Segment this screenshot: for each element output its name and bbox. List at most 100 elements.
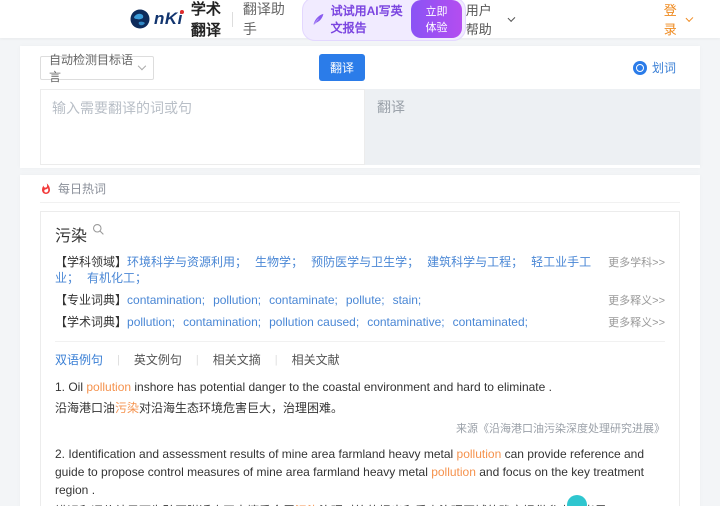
term-link[interactable]: contamination [127, 293, 202, 307]
word-highlight-toggle-icon[interactable] [633, 61, 647, 75]
login-label: 登录 [664, 0, 683, 38]
translator-toolbar: 自动检测目标语言 翻译 划词 [20, 46, 700, 89]
hot-word-detail-box: 污染 【学科领域】环境科学与资源利用；生物学；预防医学与卫生学；建筑科学与工程；… [40, 211, 680, 506]
term-separator: ; [202, 293, 205, 307]
tab-1[interactable]: 英文例句 [134, 351, 182, 368]
ai-report-banner[interactable]: 试试用AI写英文报告 立即体验 [302, 0, 466, 41]
example-english: 1. Oil pollution inshore has potential d… [55, 378, 665, 396]
user-help-menu[interactable]: 用户帮助 [466, 0, 514, 38]
term-link[interactable]: contaminate [269, 293, 334, 307]
term-link[interactable]: stain [393, 293, 418, 307]
example-text: inshore has potential danger to the coas… [131, 380, 552, 394]
quill-icon [312, 13, 325, 26]
search-icon[interactable] [92, 223, 105, 239]
term-separator: ; [258, 315, 261, 329]
tab-separator: | [275, 354, 278, 366]
term-link[interactable]: 环境科学与资源利用 [127, 255, 235, 269]
term-separator: ； [135, 271, 147, 285]
user-help-label: 用户帮助 [466, 0, 504, 38]
example-text: 对沿海生态环境危害巨大，治理困难。 [139, 401, 343, 415]
term-separator: ； [67, 271, 79, 285]
term-separator: ; [172, 315, 175, 329]
term-link[interactable]: pollute [346, 293, 381, 307]
term-separator: ; [441, 315, 444, 329]
dict-row-label: 【学科领域】 [55, 255, 127, 269]
dict-row: 【专业词典】contamination;pollution;contaminat… [55, 289, 665, 311]
app-subtitle: 翻译助手 [243, 0, 286, 39]
tab-0[interactable]: 双语例句 [55, 351, 103, 368]
term-link[interactable]: contaminative [367, 315, 441, 329]
hot-words-header: 每日热词 [40, 175, 680, 203]
term-link[interactable]: 生物学 [255, 255, 291, 269]
term-separator: ； [235, 255, 247, 269]
term-link[interactable]: pollution caused [269, 315, 356, 329]
brand-red-dot-icon [180, 10, 184, 14]
highlighted-term: pollution [86, 380, 131, 394]
cnki-logo[interactable]: nKi 学术翻译 [130, 0, 222, 40]
term-separator: ; [525, 315, 528, 329]
term-link[interactable]: contaminated [453, 315, 525, 329]
example-chinese: 沿海港口油污染对沿海生态环境危害巨大，治理困难。 [55, 399, 665, 417]
more-link[interactable]: 更多释义>> [608, 293, 665, 309]
flame-icon [40, 182, 52, 196]
term-link[interactable]: pollution [213, 293, 258, 307]
dict-rows: 【学科领域】环境科学与资源利用；生物学；预防医学与卫生学；建筑科学与工程；轻工业… [55, 251, 665, 333]
translator-panels: 翻译 [20, 89, 700, 168]
daily-hot-words-card: 每日热词 污染 【学科领域】环境科学与资源利用；生物学；预防医学与卫生学；建筑科… [20, 175, 700, 506]
translation-output-placeholder: 翻译 [377, 99, 405, 115]
examples: 1. Oil pollution inshore has potential d… [55, 378, 665, 506]
hot-word: 污染 [55, 222, 87, 246]
tab-3[interactable]: 相关文献 [292, 351, 340, 368]
hot-words-title: 每日热词 [58, 180, 106, 197]
highlighted-term: pollution [457, 447, 502, 461]
tab-2[interactable]: 相关文摘 [213, 351, 261, 368]
example-text: 沿海港口油 [55, 401, 115, 415]
term-separator: ; [356, 315, 359, 329]
term-separator: ； [407, 255, 419, 269]
header-divider [232, 12, 233, 27]
term-link[interactable]: 建筑科学与工程 [427, 255, 511, 269]
dict-terms: 环境科学与资源利用；生物学；预防医学与卫生学；建筑科学与工程；轻工业手工业；有机… [55, 255, 591, 285]
highlighted-term: pollution [431, 465, 476, 479]
example-text: 1. Oil [55, 380, 86, 394]
brand-text: nKi [154, 9, 183, 29]
term-link[interactable]: 有机化工 [87, 271, 135, 285]
example-tabs: 双语例句|英文例句|相关文摘|相关文献 [55, 342, 665, 375]
example-text: 2. Identification and assessment results… [55, 447, 457, 461]
page-title: 学术翻译 [191, 0, 222, 40]
word-highlight-label[interactable]: 划词 [652, 59, 676, 76]
term-separator: ; [418, 293, 421, 307]
dict-row: 【学科领域】环境科学与资源利用；生物学；预防医学与卫生学；建筑科学与工程；轻工业… [55, 251, 665, 289]
login-menu[interactable]: 登录 [664, 0, 692, 38]
term-separator: ; [335, 293, 338, 307]
translate-button[interactable]: 翻译 [319, 54, 365, 81]
source-text-input[interactable] [40, 89, 365, 165]
dict-terms: pollution;contamination;pollution caused… [127, 315, 536, 329]
target-language-value: 自动检测目标语言 [49, 51, 139, 85]
top-bar: nKi 学术翻译 翻译助手 试试用AI写英文报告 立即体验 用户帮助 登录 [0, 0, 720, 38]
more-link[interactable]: 更多学科>> [608, 255, 665, 271]
term-separator: ; [381, 293, 384, 307]
dict-row-label: 【专业词典】 [55, 293, 127, 307]
dict-terms: contamination;pollution;contaminate;poll… [127, 293, 429, 307]
try-now-button[interactable]: 立即体验 [411, 0, 461, 38]
dict-row-label: 【学术词典】 [55, 315, 127, 329]
translation-output: 翻译 [365, 89, 700, 165]
banner-text: 试试用AI写英文报告 [331, 2, 406, 36]
target-language-select[interactable]: 自动检测目标语言 [40, 56, 154, 80]
term-link[interactable]: pollution [127, 315, 172, 329]
translator-card: 自动检测目标语言 翻译 划词 翻译 [20, 46, 700, 168]
term-link[interactable]: 预防医学与卫生学 [311, 255, 407, 269]
term-separator: ； [291, 255, 303, 269]
example-source: 来源《沿海港口油污染深度处理研究进展》 [55, 420, 665, 436]
dict-row: 【学术词典】pollution;contamination;pollution … [55, 311, 665, 333]
example-english: 2. Identification and assessment results… [55, 445, 665, 499]
chevron-down-icon [508, 14, 516, 22]
term-link[interactable]: contamination [183, 315, 258, 329]
more-link[interactable]: 更多释义>> [608, 315, 665, 331]
highlighted-term: 污染 [115, 401, 139, 415]
term-separator: ; [258, 293, 261, 307]
example-item: 1. Oil pollution inshore has potential d… [55, 378, 665, 436]
chevron-down-icon [686, 14, 693, 21]
globe-icon [130, 9, 150, 29]
